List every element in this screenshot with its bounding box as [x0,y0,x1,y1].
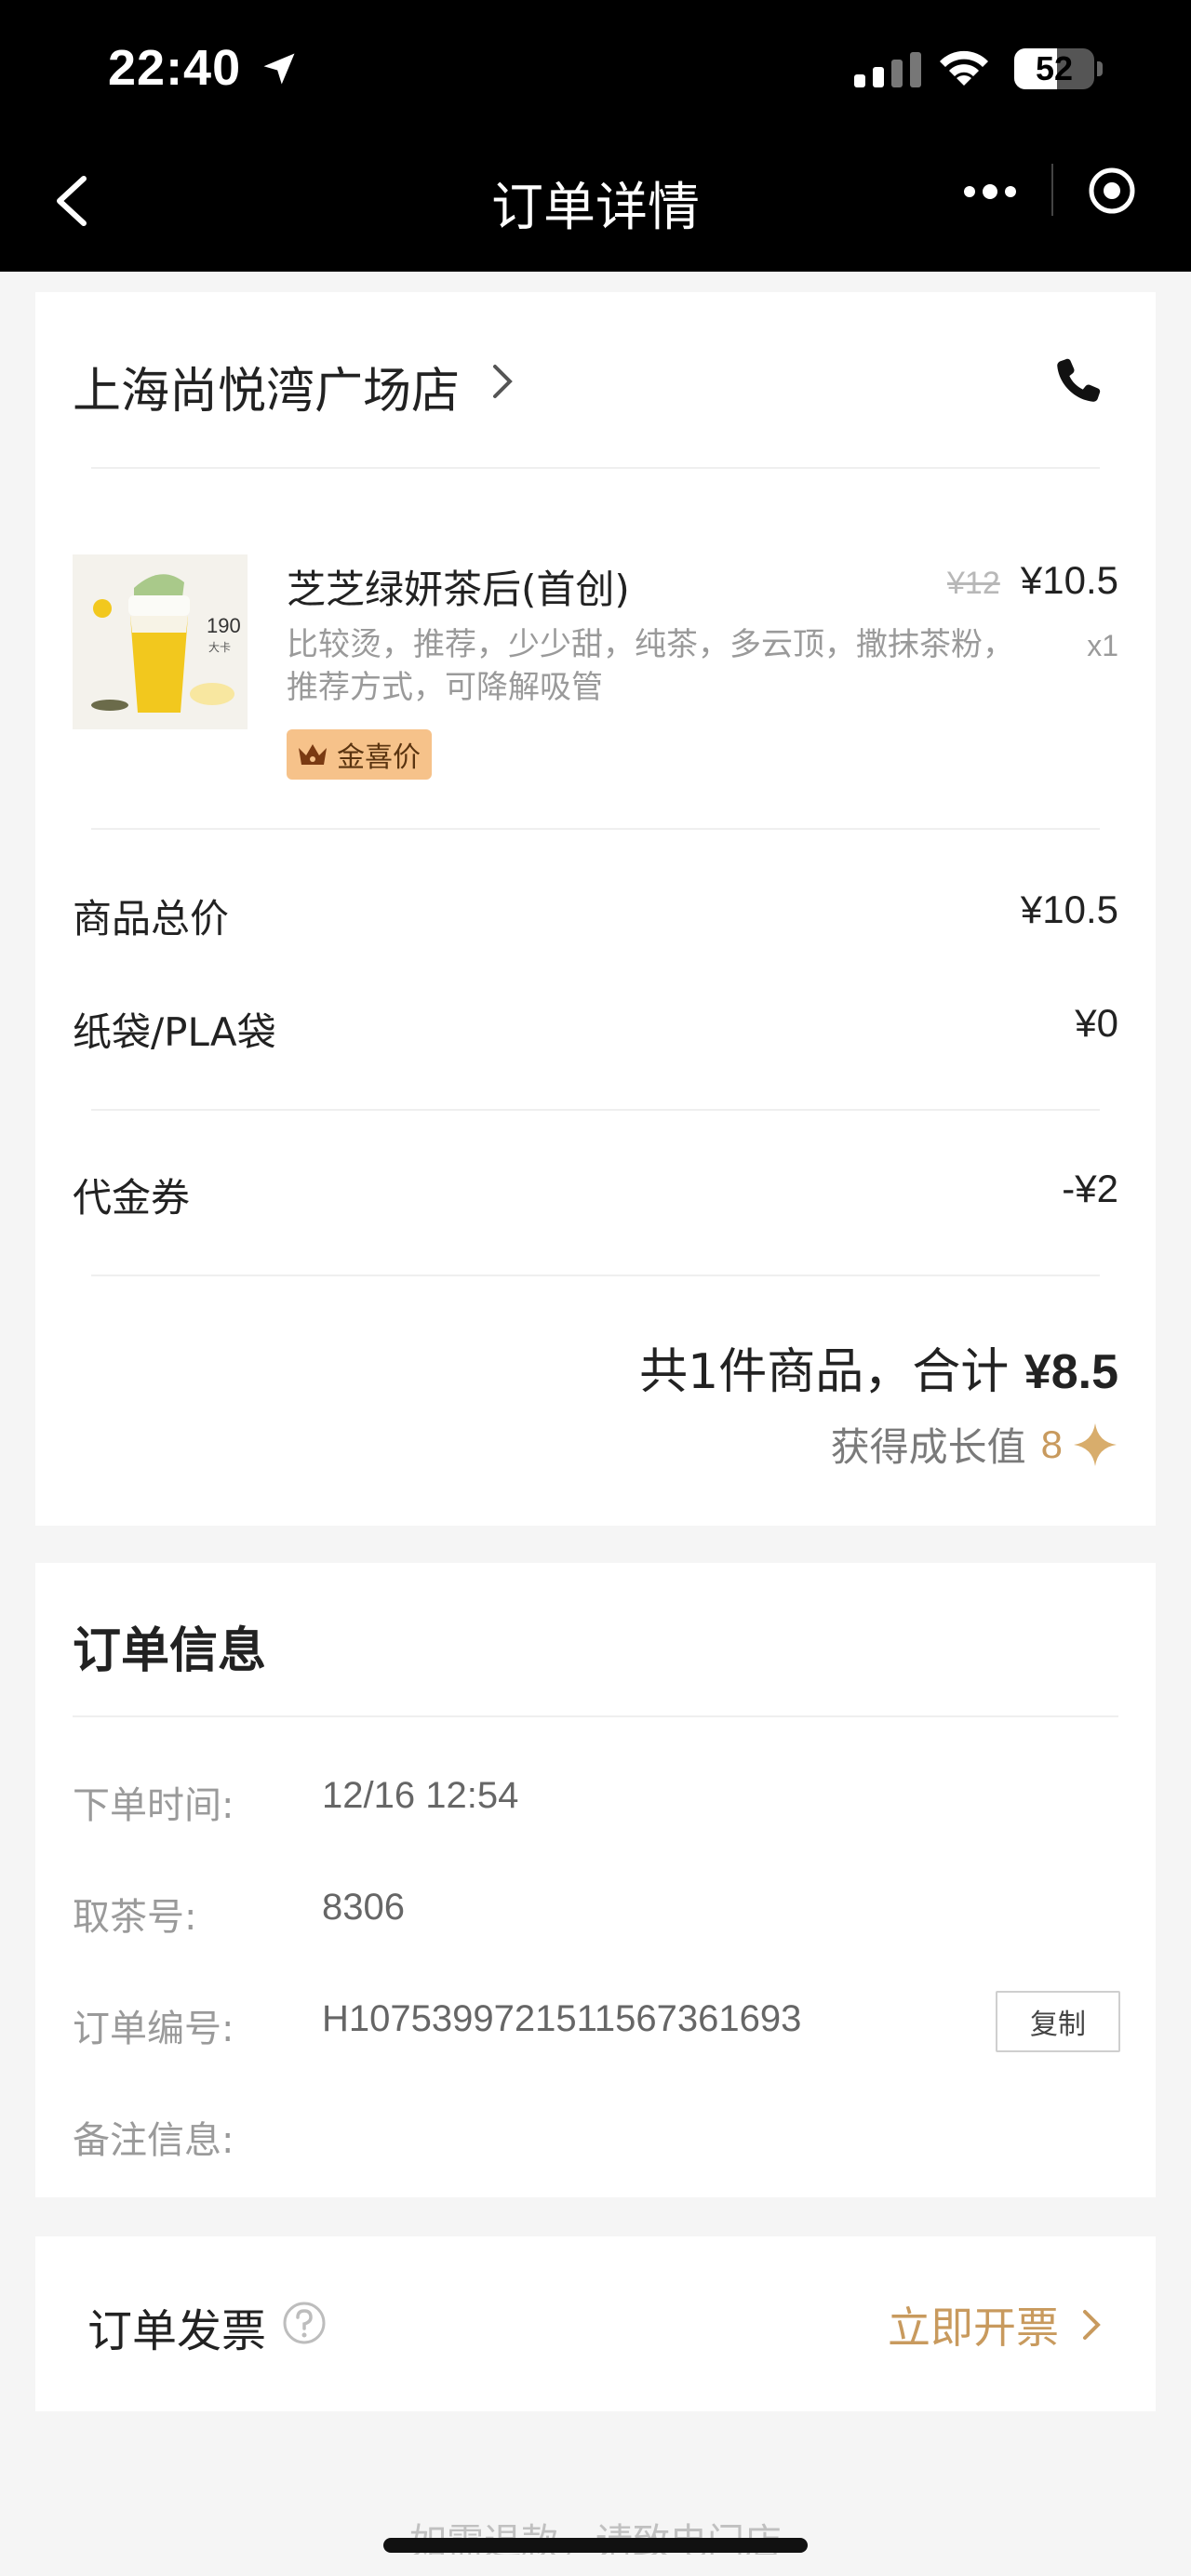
page-title: 订单详情 [491,178,700,238]
more-options-icon[interactable] [962,182,1018,201]
growth-value: 8 [1040,1421,1063,1466]
tea-cup-illustration: 190 大卡 [73,554,248,729]
badge-label: 金喜价 [337,741,421,774]
product-image: 190 大卡 [73,554,248,729]
pickup-number-label: 取茶号: [73,1896,197,1939]
help-icon[interactable] [281,2300,328,2346]
order-number-value: H107539972151156736​1693 [322,1998,802,2039]
issue-invoice-label: 立即开票 [888,2302,1059,2353]
total-prefix: 共1件商品，合计 [639,1344,1024,1400]
product-options: 比较烫，推荐，少少甜，纯茶，多云顶，撒抹茶粉，推荐方式，可降解吸管 [287,626,1014,706]
product-price: ¥10.5 [1020,558,1118,602]
store-name[interactable]: 上海尚悦湾广场店 [73,352,460,421]
order-time-label: 下单时间: [73,1784,234,1827]
remark-label: 备注信息: [73,2119,234,2162]
pickup-number-value: 8306 [322,1887,405,1928]
nav-divider [1051,164,1053,216]
order-info-title: 订单信息 [73,1623,267,1679]
original-price: ¥12 [947,566,1000,601]
gold-price-badge: 金喜价 [287,729,432,780]
sparkle-icon [1074,1422,1117,1466]
crown-icon [299,744,327,765]
voucher-label: 代金券 [73,1175,191,1221]
chevron-right-icon [1083,2310,1101,2340]
voucher-value: -¥2 [1062,1167,1118,1210]
subtotal-value: ¥10.5 [1020,888,1118,931]
divider [91,1109,1100,1111]
top-bar: 22:40 52 订单详情 [0,0,1191,272]
order-time-value: 12/16 12:54 [322,1775,519,1816]
total-amount: ¥8.5 [1024,1345,1118,1399]
battery-level: 52 [1035,49,1074,87]
location-arrow-icon [263,53,295,85]
bag-value: ¥0 [1075,1001,1118,1045]
chevron-right-icon[interactable] [489,359,517,404]
order-info-card: 订单信息 下单时间: 12/16 12:54 取茶号: 8306 订单编号: H… [35,1563,1156,2197]
order-summary-card: 上海尚悦湾广场店 190 大卡 芝芝绿妍茶后(首创) ¥12 ¥10.5 比较烫… [35,292,1156,1526]
invoice-card[interactable]: 订单发票 立即开票 [35,2236,1156,2411]
home-indicator[interactable] [383,2538,808,2553]
product-quantity: x1 [1087,629,1118,662]
divider [91,467,1100,469]
divider [73,1715,1118,1717]
copy-button[interactable]: 复制 [996,1991,1120,2052]
close-miniprogram-icon[interactable] [1087,166,1137,216]
order-total: 共1件商品，合计 ¥8.5 [639,1332,1118,1402]
growth-points: 获得成长值 8 [831,1416,1118,1473]
issue-invoice-button[interactable]: 立即开票 [888,2294,1104,2356]
status-time: 22:40 [108,40,242,96]
battery-indicator: 52 [1014,48,1104,89]
wifi-icon [940,50,988,86]
growth-label: 获得成长值 [830,1424,1026,1470]
product-size-text: 大卡 [208,641,231,654]
product-cal-text: 190 [207,614,241,637]
bag-label: 纸袋/PLA袋 [73,1009,276,1055]
subtotal-label: 商品总价 [73,896,230,941]
cellular-signal-icon [854,52,921,87]
divider [91,1275,1100,1276]
order-number-label: 订单编号: [73,2008,234,2050]
invoice-label: 订单发票 [87,2305,267,2357]
divider [91,828,1100,830]
product-name: 芝芝绿妍茶后(首创) [287,567,630,612]
phone-icon[interactable] [1051,354,1105,407]
